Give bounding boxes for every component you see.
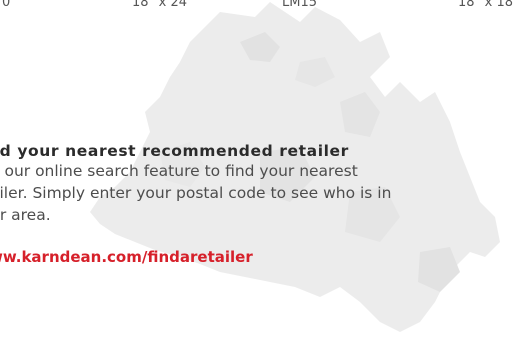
spec-partial: 0	[2, 0, 11, 10]
description-line: ur area.	[0, 206, 51, 224]
description-line: e our online search feature to find your…	[0, 162, 358, 180]
spec-code: LM15	[282, 0, 318, 10]
spec-row: 0 18" x 24" LM15 18" x 18"	[0, 0, 524, 16]
retailer-description: e our online search feature to find your…	[0, 160, 490, 226]
retailer-link[interactable]: ww.karndean.com/findaretailer	[0, 248, 253, 266]
spec-size-1: 18" x 24"	[132, 0, 194, 10]
description-line: ailer. Simply enter your postal code to …	[0, 184, 392, 202]
spec-size-2: 18" x 18"	[458, 0, 520, 10]
retailer-heading: nd your nearest recommended retailer	[0, 142, 349, 160]
